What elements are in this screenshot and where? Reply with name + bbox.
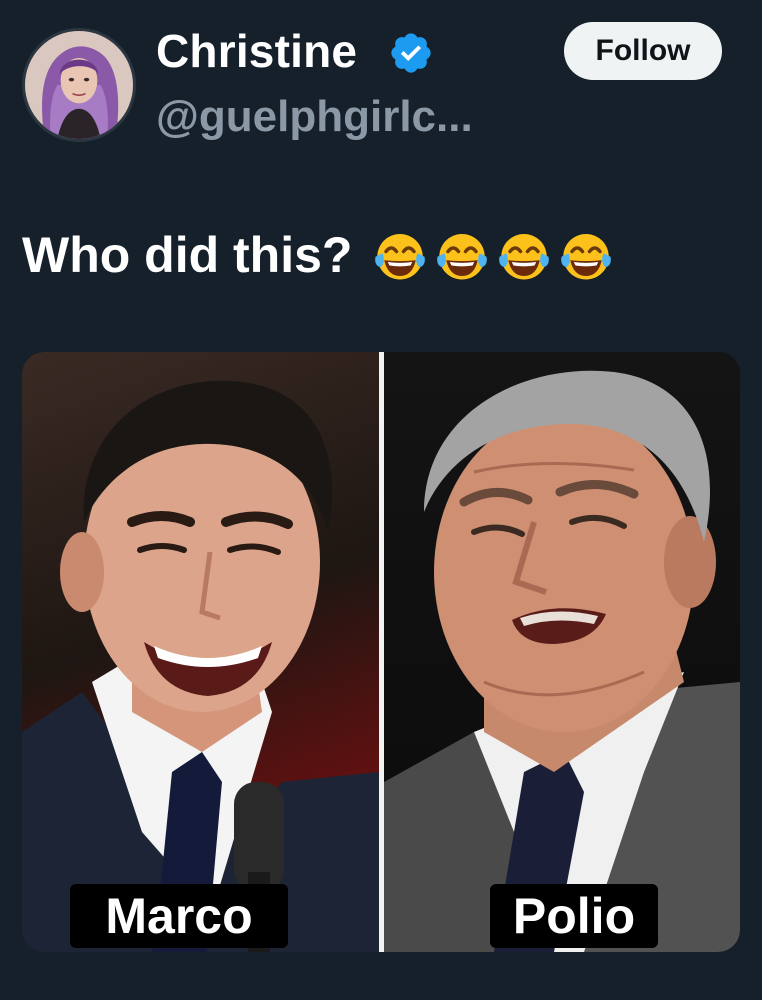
avatar[interactable] [22, 28, 136, 142]
display-name[interactable]: Christine [156, 24, 357, 78]
tweet: Christine @guelphgirlc... Follow Who did… [0, 0, 762, 1000]
media-left-photo: Marco [22, 352, 379, 952]
tweet-text: Who did this? [22, 226, 614, 284]
left-caption: Marco [70, 884, 288, 948]
face-with-tears-of-joy-icon [496, 227, 552, 283]
tweet-text-content: Who did this? [22, 227, 353, 283]
face-with-tears-of-joy-icon [434, 227, 490, 283]
face-with-tears-of-joy-icon [372, 227, 428, 283]
face-with-tears-of-joy-icon [558, 227, 614, 283]
follow-button[interactable]: Follow [564, 22, 722, 80]
right-caption: Polio [490, 884, 658, 948]
user-handle[interactable]: @guelphgirlc... [156, 92, 473, 142]
verified-badge-icon[interactable] [388, 30, 434, 76]
avatar-portrait-icon [25, 31, 133, 139]
tweet-media-image[interactable]: Marco Polio [22, 352, 740, 952]
media-right-photo: Polio [384, 352, 740, 952]
